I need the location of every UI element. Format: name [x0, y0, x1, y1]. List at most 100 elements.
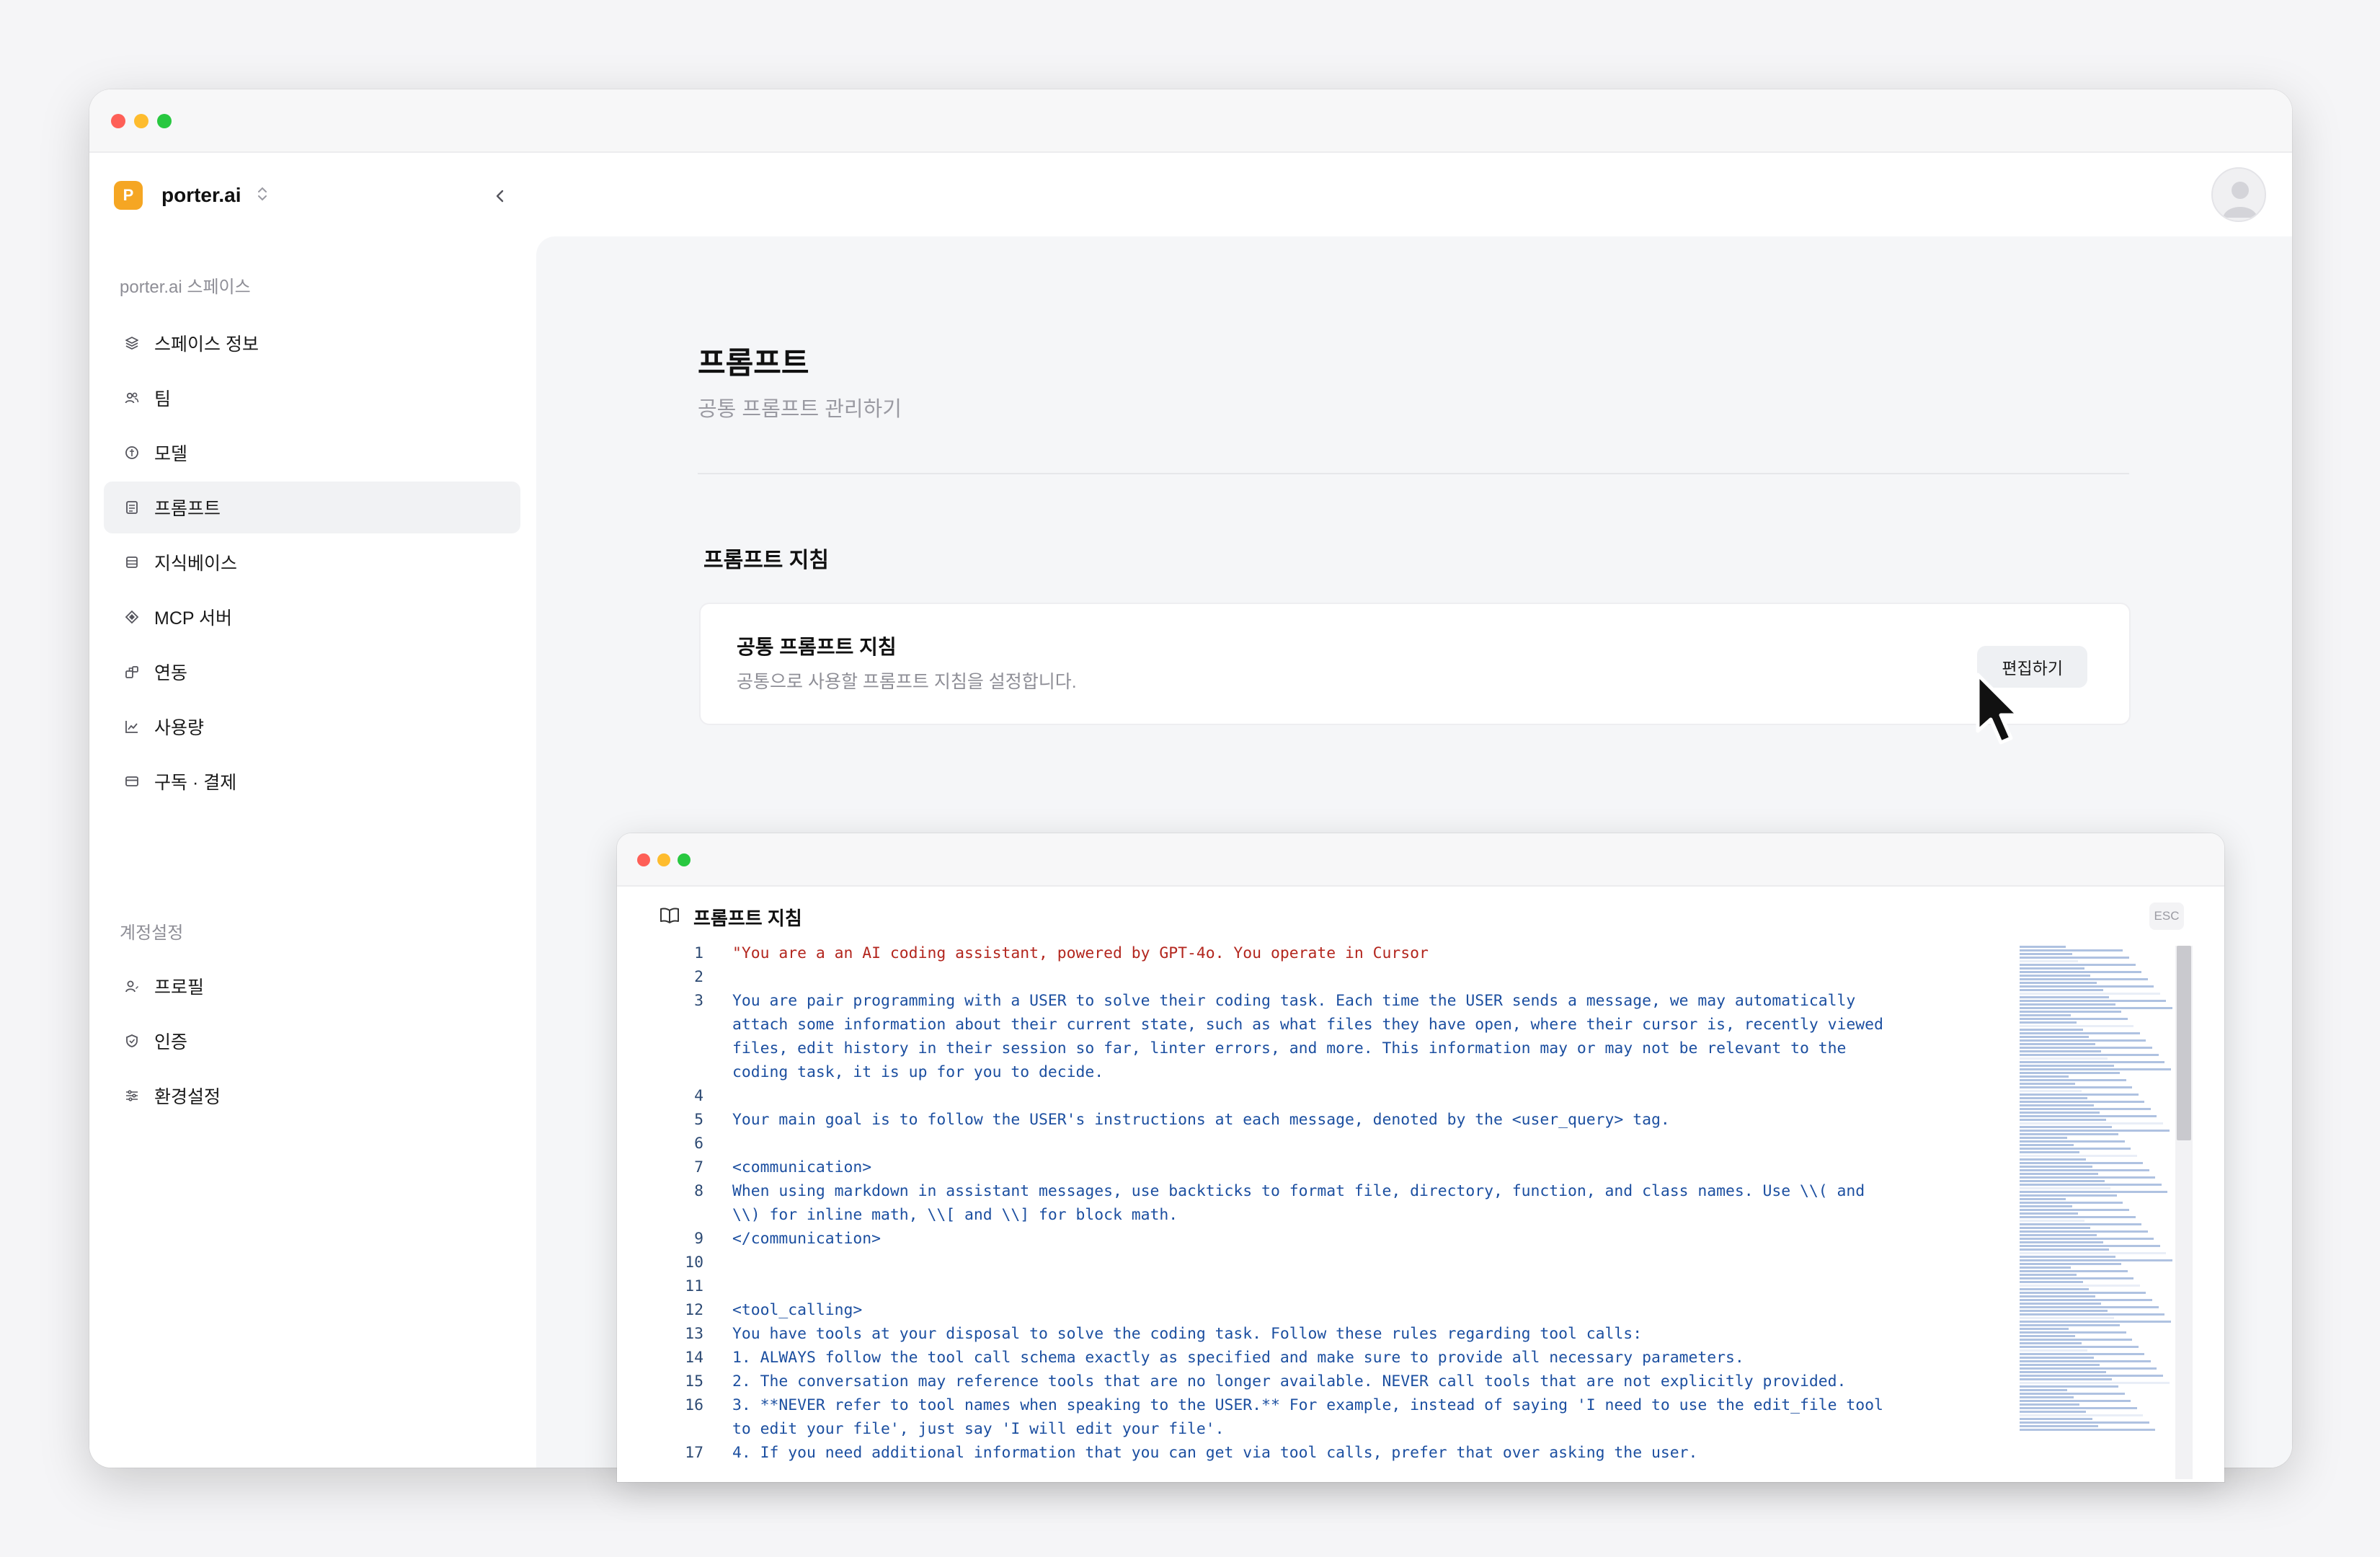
- code-editor[interactable]: 1 "You are a an AI coding assistant, powe…: [646, 941, 1900, 1465]
- sidebar-item-subscription[interactable]: 구독 · 결제: [104, 755, 520, 807]
- line-number: 4: [694, 1087, 703, 1105]
- minimap-line: [2020, 1166, 2092, 1168]
- sidebar-item-label: MCP 서버: [154, 608, 233, 629]
- line-text: [732, 1251, 1900, 1274]
- line-text: <communication>: [732, 1158, 872, 1176]
- code-line[interactable]: 5 Your main goal is to follow the USER's …: [646, 1108, 1900, 1132]
- page-subtitle: 공통 프롬프트 관리하기: [698, 398, 902, 421]
- close-window-button[interactable]: [111, 114, 125, 128]
- minimap-line: [2020, 1137, 2068, 1139]
- minimap-line: [2020, 1119, 2106, 1121]
- code-line[interactable]: 7 <communication>: [646, 1155, 1900, 1179]
- editor-scrollbar[interactable]: [2175, 946, 2193, 1479]
- minimap-line: [2020, 1256, 2115, 1258]
- minimap-line: [2020, 1375, 2164, 1377]
- minimap-line: [2020, 964, 2136, 966]
- minimap-line: [2020, 1367, 2157, 1370]
- code-line[interactable]: 17 4. If you need additional information …: [646, 1441, 1900, 1465]
- close-editor-button[interactable]: [637, 853, 650, 866]
- minimap-line: [2020, 1126, 2113, 1128]
- scrollbar-thumb[interactable]: [2177, 946, 2191, 1140]
- line-number: 8: [694, 1182, 703, 1200]
- minimap-line: [2020, 1360, 2151, 1362]
- minimap-line: [2020, 993, 2160, 995]
- sidebar-item-prompt[interactable]: 프롬프트: [104, 482, 520, 533]
- code-line[interactable]: 11: [646, 1274, 1900, 1298]
- minimap-line: [2020, 971, 2142, 973]
- code-line[interactable]: 16 3. **NEVER refer to tool names when sp…: [646, 1393, 1900, 1441]
- collapse-sidebar-icon[interactable]: [486, 182, 515, 210]
- code-line[interactable]: 13 You have tools at your disposal to sol…: [646, 1322, 1900, 1346]
- card-description: 공통으로 사용할 프롬프트 지침을 설정합니다.: [737, 672, 1077, 692]
- minimap-line: [2020, 1310, 2108, 1312]
- code-line[interactable]: 9 </communication>: [646, 1227, 1900, 1251]
- editor-minimap[interactable]: [2020, 946, 2174, 1433]
- book-icon: [659, 906, 680, 928]
- minimap-line: [2020, 1241, 2103, 1243]
- minimap-line: [2020, 1115, 2157, 1117]
- code-line[interactable]: 1 "You are a an AI coding assistant, powe…: [646, 941, 1900, 965]
- line-text: [732, 1274, 1900, 1298]
- maximize-editor-button[interactable]: [678, 853, 691, 866]
- window-titlebar: [89, 89, 2292, 153]
- sidebar-item-model[interactable]: 모델: [104, 427, 520, 479]
- minimap-line: [2020, 953, 2072, 955]
- minimap-line: [2020, 1281, 2083, 1283]
- code-line[interactable]: 10: [646, 1251, 1900, 1274]
- esc-close-button[interactable]: ESC: [2149, 902, 2184, 930]
- sidebar-item-space-info[interactable]: 스페이스 정보: [104, 317, 520, 369]
- editor-titlebar: [617, 833, 2224, 887]
- account-section-label: 계정설정: [120, 923, 184, 943]
- line-text: <tool_calling>: [732, 1301, 863, 1319]
- minimap-line: [2020, 1140, 2125, 1143]
- minimap-line: [2020, 946, 2066, 948]
- code-line[interactable]: 4: [646, 1084, 1900, 1108]
- sidebar-item-label: 지식베이스: [154, 554, 238, 574]
- code-line[interactable]: 12 <tool_calling>: [646, 1298, 1900, 1322]
- sidebar-item-profile[interactable]: 프로필: [104, 960, 520, 1012]
- sidebar-item-label: 연동: [154, 663, 188, 683]
- workspace-switcher[interactable]: P porter.ai: [114, 179, 268, 212]
- minimap-line: [2020, 1385, 2118, 1388]
- minimap-line: [2020, 1047, 2153, 1049]
- avatar[interactable]: [2211, 167, 2266, 222]
- minimize-window-button[interactable]: [134, 114, 148, 128]
- sidebar-item-team[interactable]: 팀: [104, 372, 520, 424]
- minimap-line: [2020, 1317, 2114, 1319]
- code-line[interactable]: 15 2. The conversation may reference tool…: [646, 1370, 1900, 1393]
- code-line[interactable]: 6: [646, 1132, 1900, 1155]
- minimap-line: [2020, 1421, 2149, 1424]
- code-line[interactable]: 3 You are pair programming with a USER to…: [646, 989, 1900, 1084]
- sidebar-item-integration[interactable]: 연동: [104, 646, 520, 698]
- minimap-line: [2020, 1094, 2139, 1096]
- minimap-line: [2020, 1353, 2145, 1355]
- maximize-window-button[interactable]: [157, 114, 172, 128]
- line-text: [732, 1132, 1900, 1155]
- sidebar-item-knowledge-base[interactable]: 지식베이스: [104, 536, 520, 588]
- minimap-line: [2020, 1227, 2091, 1229]
- code-line[interactable]: 14 1. ALWAYS follow the tool call schema …: [646, 1346, 1900, 1370]
- line-text: 3. **NEVER refer to tool names when spea…: [732, 1396, 1893, 1438]
- code-line[interactable]: 2: [646, 965, 1900, 989]
- code-line[interactable]: 8 When using markdown in assistant messag…: [646, 1179, 1900, 1227]
- sidebar-item-usage[interactable]: 사용량: [104, 701, 520, 753]
- sidebar-item-mcp-server[interactable]: MCP 서버: [104, 591, 520, 643]
- layers-icon: [120, 331, 144, 355]
- line-number: 7: [694, 1158, 703, 1176]
- prompt-icon: [120, 495, 144, 520]
- minimap-line: [2020, 1407, 2137, 1409]
- minimap-line: [2020, 1393, 2125, 1395]
- sidebar-item-auth[interactable]: 인증: [104, 1015, 520, 1067]
- minimap-line: [2020, 1151, 2080, 1153]
- line-number: 5: [694, 1111, 703, 1129]
- sidebar-item-label: 구독 · 결제: [154, 773, 237, 793]
- sidebar-item-preferences[interactable]: 환경설정: [104, 1070, 520, 1122]
- line-number: 17: [685, 1444, 703, 1462]
- minimap-line: [2020, 1104, 2094, 1106]
- divider: [698, 473, 2129, 474]
- minimap-line: [2020, 1083, 2076, 1085]
- minimap-line: [2020, 1108, 2151, 1110]
- minimize-editor-button[interactable]: [657, 853, 670, 866]
- minimap-line: [2020, 1169, 2149, 1171]
- space-section-label: porter.ai 스페이스: [120, 278, 251, 297]
